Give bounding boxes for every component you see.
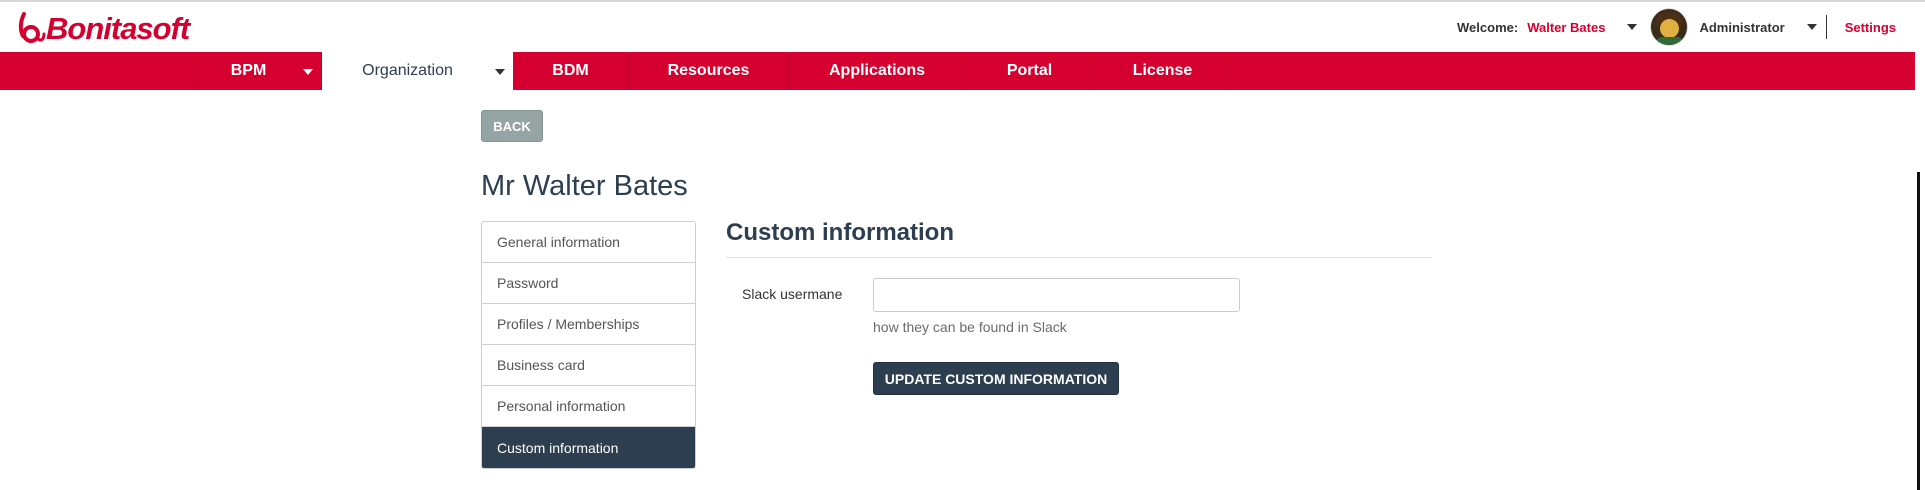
page-title: Mr Walter Bates	[481, 170, 688, 202]
scrollbar[interactable]	[1917, 172, 1920, 490]
nav-item-portal[interactable]: Portal	[966, 52, 1094, 90]
menu-item-custom-information[interactable]: Custom information	[482, 427, 695, 468]
menu-item-general-information[interactable]: General information	[482, 222, 695, 263]
avatar-shirt	[1655, 37, 1686, 45]
menu-item-profiles-memberships[interactable]: Profiles / Memberships	[482, 304, 695, 345]
section-divider	[726, 257, 1432, 258]
nav-item-license[interactable]: License	[1094, 52, 1232, 90]
nav-item-bpm[interactable]: BPM	[195, 52, 322, 90]
current-user-name[interactable]: Walter Bates	[1527, 20, 1605, 35]
menu-item-business-card[interactable]: Business card	[482, 345, 695, 386]
nav-item-label: Organization	[362, 62, 453, 79]
brand-logo[interactable]: Bonitasoft	[14, 10, 190, 48]
chevron-down-icon[interactable]	[1806, 24, 1817, 30]
field-help-text: how they can be found in Slack	[873, 319, 1067, 335]
menu-item-personal-information[interactable]: Personal information	[482, 386, 695, 427]
user-area: Welcome: Walter Bates Administrator Sett…	[1457, 2, 1925, 52]
main-nav: BPM Organization BDM Resources Applicati…	[0, 52, 1915, 90]
settings-link[interactable]: Settings	[1845, 20, 1896, 35]
chevron-down-icon[interactable]	[495, 69, 505, 75]
brand-name: Bonitasoft	[46, 11, 190, 46]
back-button[interactable]: BACK	[481, 110, 543, 142]
slack-username-label: Slack usermane	[742, 286, 843, 302]
nav-item-label: Portal	[1006, 62, 1053, 79]
nav-item-label: Resources	[667, 62, 750, 79]
slack-username-input[interactable]	[873, 278, 1240, 312]
chevron-down-icon[interactable]	[303, 69, 313, 75]
app-header: Bonitasoft Welcome: Walter Bates Adminis…	[0, 2, 1925, 52]
nav-item-label: License	[1132, 62, 1193, 79]
profile-selector[interactable]: Administrator	[1699, 20, 1784, 35]
avatar-face	[1660, 19, 1680, 38]
nav-item-label: Applications	[828, 62, 925, 79]
nav-item-label: BDM	[552, 62, 589, 79]
menu-item-password[interactable]: Password	[482, 263, 695, 304]
section-title: Custom information	[726, 219, 954, 246]
nav-item-label: BPM	[230, 62, 267, 79]
nav-item-resources[interactable]: Resources	[629, 52, 789, 90]
nav-item-applications[interactable]: Applications	[789, 52, 966, 90]
update-custom-information-button[interactable]: UPDATE CUSTOM INFORMATION	[873, 362, 1119, 395]
user-avatar-icon[interactable]	[1650, 8, 1689, 46]
user-details-menu: General information Password Profiles / …	[481, 221, 696, 469]
bonita-logo-icon	[18, 12, 46, 43]
welcome-label: Welcome:	[1457, 19, 1519, 35]
chevron-down-icon[interactable]	[1627, 24, 1638, 30]
nav-item-bdm[interactable]: BDM	[513, 52, 629, 90]
nav-item-organization[interactable]: Organization	[322, 52, 513, 90]
header-divider	[1825, 15, 1827, 39]
